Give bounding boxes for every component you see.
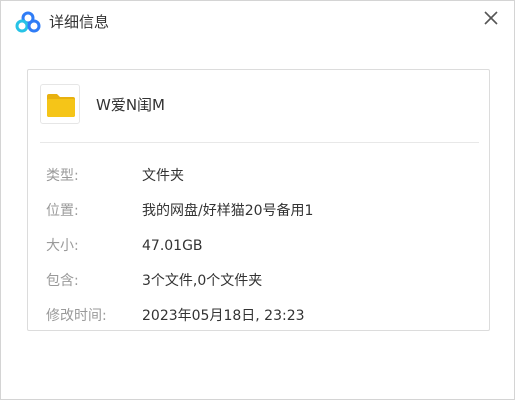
detail-label: 类型: — [46, 168, 79, 184]
detail-value: 文件夹 — [142, 168, 184, 184]
file-name: W爱N闺M — [96, 96, 165, 114]
detail-row-contains: 包含: 3个文件,0个文件夹 — [46, 271, 476, 291]
detail-label: 位置: — [46, 203, 79, 219]
dialog-title: 详细信息 — [49, 13, 110, 31]
detail-value: 我的网盘/好样猫20号备用1 — [142, 203, 314, 219]
close-icon[interactable] — [480, 7, 502, 29]
divider — [40, 142, 479, 143]
detail-label: 修改时间: — [46, 308, 107, 324]
baidu-netdisk-cloud-icon — [15, 11, 41, 33]
detail-row-location: 位置: 我的网盘/好样猫20号备用1 — [46, 201, 476, 221]
detail-value: 3个文件,0个文件夹 — [142, 273, 263, 289]
detail-label: 包含: — [46, 273, 79, 289]
details-panel: W爱N闺M 类型: 文件夹 位置: 我的网盘/好样猫20号备用1 大小: 47.… — [27, 69, 490, 331]
detail-value: 2023年05月18日, 23:23 — [142, 308, 305, 324]
detail-label: 大小: — [46, 238, 79, 254]
detail-row-modified: 修改时间: 2023年05月18日, 23:23 — [46, 306, 476, 326]
folder-icon — [47, 94, 75, 117]
detail-row-size: 大小: 47.01GB — [46, 236, 476, 256]
detail-row-type: 类型: 文件夹 — [46, 166, 476, 186]
title-bar: 详细信息 — [1, 1, 514, 45]
detail-value: 47.01GB — [142, 238, 203, 254]
file-thumbnail — [40, 84, 80, 124]
details-dialog: 详细信息 W爱N闺M 类型: 文件夹 位置: 我的网盘/好样猫20号备用1 大小… — [0, 0, 515, 400]
